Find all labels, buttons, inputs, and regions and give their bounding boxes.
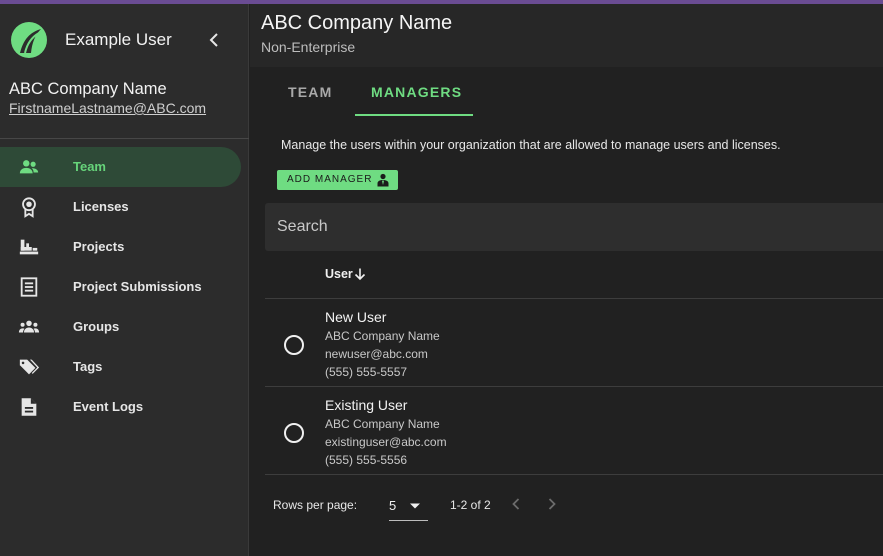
sidebar-item-licenses[interactable]: Licenses — [0, 187, 241, 227]
sidebar-user-email[interactable]: FirstnameLastname@ABC.com — [9, 100, 206, 116]
sidebar-nav: Team Licenses Projects Project Submissio… — [0, 147, 249, 427]
sidebar-item-projects[interactable]: Projects — [0, 227, 241, 267]
user-name: New User — [325, 309, 387, 325]
sidebar-item-project-submissions[interactable]: Project Submissions — [0, 267, 241, 307]
managers-description: Manage the users within your organizatio… — [281, 138, 781, 152]
rows-per-page-select[interactable]: 5 — [389, 492, 428, 521]
sidebar-item-team[interactable]: Team — [0, 147, 241, 187]
add-manager-button[interactable]: ADD MANAGER — [277, 170, 398, 190]
sidebar-item-groups[interactable]: Groups — [0, 307, 241, 347]
sidebar-item-label: Projects — [73, 239, 125, 254]
tab-team[interactable]: TEAM — [265, 74, 355, 116]
next-page-icon[interactable] — [544, 496, 560, 512]
projects-icon — [19, 239, 39, 255]
dropdown-caret-icon — [410, 503, 420, 509]
column-header-user[interactable]: User — [325, 267, 353, 281]
search-box — [265, 203, 883, 251]
tags-icon — [19, 359, 40, 375]
team-icon — [19, 160, 39, 174]
license-badge-icon — [22, 197, 36, 218]
row-divider — [265, 298, 883, 299]
add-manager-label: ADD MANAGER — [287, 174, 373, 185]
search-input[interactable] — [277, 216, 867, 238]
sidebar-item-label: Team — [73, 159, 106, 174]
active-tab-indicator — [355, 114, 473, 116]
row-divider — [265, 386, 883, 387]
user-company: ABC Company Name — [325, 417, 440, 431]
tab-label: TEAM — [288, 84, 333, 100]
sidebar-item-label: Groups — [73, 319, 120, 334]
sidebar-item-tags[interactable]: Tags — [0, 347, 241, 387]
user-email: newuser@abc.com — [325, 347, 428, 361]
sidebar-divider — [0, 138, 249, 139]
table-row[interactable]: New User ABC Company Name newuser@abc.co… — [265, 302, 883, 390]
row-select-radio[interactable] — [284, 423, 304, 443]
row-divider — [265, 474, 883, 475]
submissions-icon — [20, 277, 38, 297]
table-row[interactable]: Existing User ABC Company Name existingu… — [265, 390, 883, 478]
previous-page-icon[interactable] — [508, 496, 524, 512]
app-logo — [11, 22, 47, 58]
user-company: ABC Company Name — [325, 329, 440, 343]
rows-per-page-label: Rows per page: — [273, 498, 358, 512]
sidebar: Example User ABC Company Name FirstnameL… — [0, 4, 249, 556]
user-email: existinguser@abc.com — [325, 435, 447, 449]
sidebar-header: Example User — [0, 4, 249, 74]
tab-managers[interactable]: MANAGERS — [355, 74, 473, 116]
rows-per-page-value: 5 — [389, 498, 397, 513]
current-user-name: Example User — [65, 30, 172, 49]
sidebar-item-label: Project Submissions — [73, 279, 202, 294]
page-title: ABC Company Name — [261, 12, 453, 34]
sidebar-company-name: ABC Company Name — [9, 80, 167, 98]
manager-person-icon — [377, 173, 389, 187]
page-header: ABC Company Name Non-Enterprise — [250, 4, 883, 67]
event-logs-icon — [21, 398, 37, 416]
page-range: 1-2 of 2 — [450, 498, 491, 512]
pagination: Rows per page: 5 1-2 of 2 — [250, 488, 883, 528]
user-name: Existing User — [325, 397, 408, 413]
main-content: ABC Company Name Non-Enterprise TEAM MAN… — [250, 4, 883, 556]
tab-label: MANAGERS — [371, 84, 463, 100]
sidebar-item-label: Event Logs — [73, 399, 144, 414]
sidebar-item-label: Tags — [73, 359, 103, 374]
user-phone: (555) 555-5557 — [325, 365, 408, 379]
sort-arrow-down-icon[interactable] — [353, 267, 367, 281]
page-subtitle: Non-Enterprise — [261, 39, 356, 55]
groups-icon — [18, 320, 40, 333]
collapse-sidebar-icon[interactable] — [204, 30, 224, 50]
sidebar-item-event-logs[interactable]: Event Logs — [0, 387, 241, 427]
sidebar-item-label: Licenses — [73, 199, 129, 214]
row-select-radio[interactable] — [284, 335, 304, 355]
user-phone: (555) 555-5556 — [325, 453, 408, 467]
